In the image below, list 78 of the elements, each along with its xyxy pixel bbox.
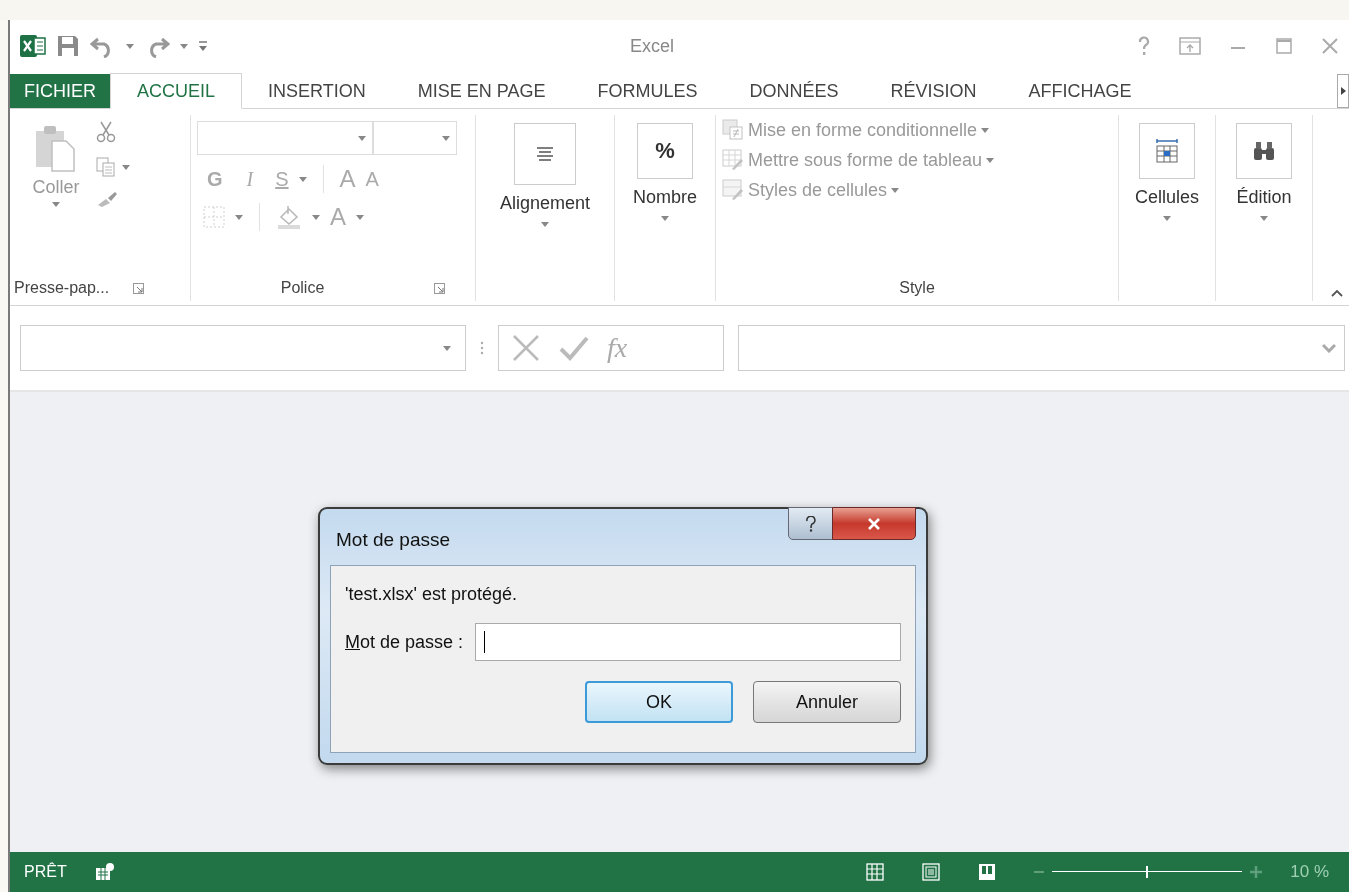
- dialog-launcher-icon[interactable]: [133, 282, 145, 294]
- ribbon-tab[interactable]: MISE EN PAGE: [391, 74, 572, 108]
- file-tab[interactable]: FICHIER: [10, 74, 110, 108]
- grip-icon: [480, 340, 484, 356]
- clipboard-icon: [34, 123, 78, 173]
- password-field[interactable]: [475, 623, 901, 661]
- percent-icon: %: [655, 138, 675, 164]
- expand-icon[interactable]: [1322, 343, 1336, 353]
- caret-icon: [442, 135, 450, 141]
- ribbon-tab[interactable]: RÉVISION: [864, 74, 1003, 108]
- ribbon-tab[interactable]: FORMULES: [571, 74, 724, 108]
- align-lines-icon: [536, 147, 554, 161]
- caret-icon: [358, 135, 366, 141]
- check-icon[interactable]: [559, 335, 589, 361]
- group-label: Police: [280, 279, 325, 297]
- ribbon-tab[interactable]: DONNÉES: [723, 74, 865, 108]
- help-icon[interactable]: [1137, 36, 1151, 56]
- ribbon-tab[interactable]: AFFICHAGE: [1002, 74, 1158, 108]
- format-table-icon: [722, 149, 744, 171]
- scroll-right-button[interactable]: [1337, 74, 1349, 108]
- status-text: PRÊT: [24, 863, 67, 881]
- caret-icon[interactable]: [180, 43, 188, 49]
- copy-icon[interactable]: [96, 157, 116, 177]
- binoculars-icon: [1252, 141, 1276, 161]
- caret-icon: [443, 345, 451, 351]
- close-button[interactable]: [832, 507, 916, 540]
- question-icon: [805, 515, 817, 532]
- group-label: Style: [899, 279, 935, 297]
- cell-styles-icon: [722, 179, 744, 201]
- caret-icon: [1260, 216, 1268, 221]
- conditional-format-icon: [722, 119, 744, 141]
- caret-icon: [986, 157, 995, 163]
- zoom-in-icon[interactable]: [1250, 866, 1263, 878]
- macro-record-icon[interactable]: [94, 863, 115, 881]
- dialog-message: 'test.xlsx' est protégé.: [345, 584, 518, 605]
- close-icon[interactable]: [1321, 37, 1339, 55]
- caret-icon: [1163, 216, 1171, 221]
- dialog-button[interactable]: Annuler: [753, 681, 901, 723]
- close-icon: [867, 517, 881, 530]
- caret-icon: [52, 202, 60, 207]
- normal-view-icon[interactable]: [866, 863, 885, 881]
- field-label: Mot de passe :: [345, 631, 464, 653]
- caret-icon[interactable]: [126, 43, 134, 49]
- caret-right-icon: [1340, 87, 1346, 95]
- group-label: Presse-pap...: [14, 279, 110, 297]
- save-icon[interactable]: [56, 34, 80, 58]
- table-icon: [1155, 138, 1179, 164]
- caret-icon: [891, 187, 900, 193]
- ribbon-display-icon[interactable]: [1179, 37, 1201, 55]
- zoom-level-button[interactable]: 10 %: [1290, 862, 1329, 882]
- formula-field[interactable]: [738, 325, 1345, 371]
- ribbon-tab[interactable]: INSERTION: [242, 74, 392, 108]
- window-title: Excel: [630, 36, 674, 57]
- caret-icon: [661, 216, 669, 221]
- name-box-field[interactable]: [20, 325, 466, 371]
- page-break-icon[interactable]: [978, 863, 997, 881]
- cancel-icon[interactable]: [511, 333, 541, 363]
- dialog-launcher-icon[interactable]: [434, 282, 446, 294]
- number-button[interactable]: % Nombre: [621, 115, 709, 275]
- caret-icon[interactable]: [122, 164, 130, 170]
- caret-icon: [541, 222, 549, 227]
- maximize-icon[interactable]: [1275, 37, 1293, 55]
- collapse-ribbon-icon[interactable]: [1331, 289, 1343, 297]
- slider-thumb[interactable]: [1146, 866, 1149, 878]
- customize-menu-icon[interactable]: [198, 40, 208, 52]
- dialog-title: Mot de passe: [336, 529, 451, 551]
- help-button[interactable]: [788, 507, 834, 540]
- excel-logo-icon[interactable]: [20, 33, 46, 59]
- dialog-button[interactable]: OK: [585, 681, 733, 723]
- editing-button[interactable]: Édition: [1222, 115, 1306, 275]
- ribbon-tab[interactable]: ACCUEIL: [110, 73, 243, 109]
- zoom-out-icon[interactable]: [1034, 870, 1045, 874]
- paintbrush-icon[interactable]: [96, 191, 118, 207]
- page-layout-icon[interactable]: [922, 863, 941, 881]
- cells-button[interactable]: Cellules: [1125, 115, 1209, 275]
- caret-icon: [981, 127, 990, 133]
- scissors-icon[interactable]: [96, 121, 116, 143]
- alignment-button[interactable]: Alignement: [482, 115, 608, 275]
